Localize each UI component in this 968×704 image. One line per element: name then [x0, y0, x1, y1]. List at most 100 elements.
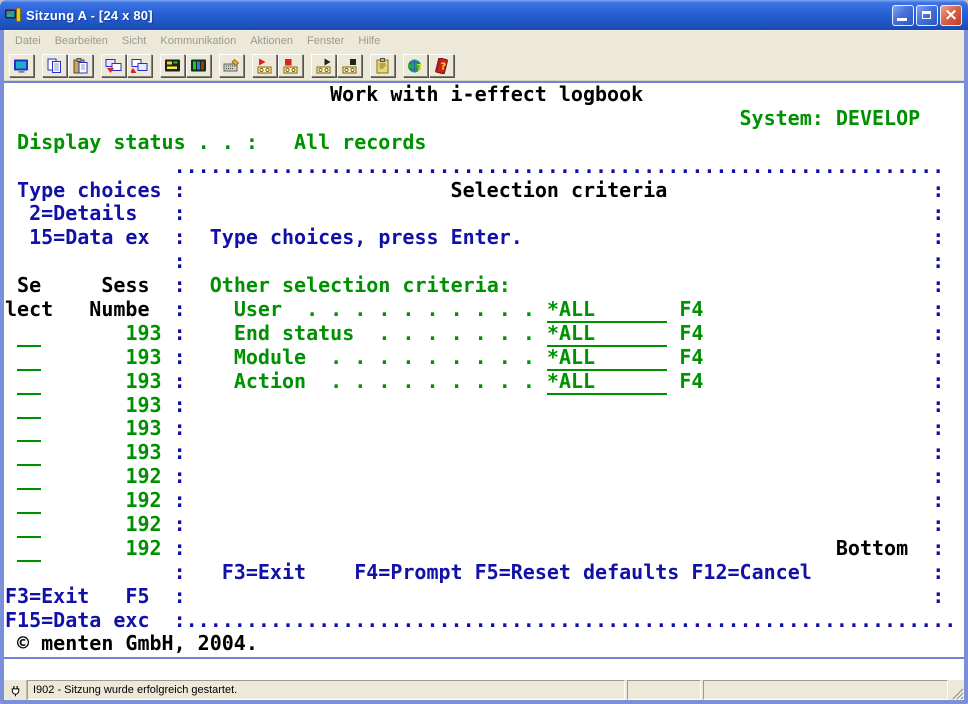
terminal-input-field[interactable]	[17, 369, 41, 395]
play-macro-icon	[315, 58, 332, 74]
terminal-input-field[interactable]: *ALL	[547, 369, 667, 395]
terminal-text: :	[174, 536, 186, 560]
terminal-input-field[interactable]	[17, 512, 41, 538]
terminal-text: :	[932, 464, 944, 488]
terminal-input-field[interactable]: *ALL	[547, 345, 667, 371]
toolbar-group: ??	[403, 54, 454, 77]
web-globe-icon: ?	[407, 58, 424, 74]
terminal-row: 193 : :	[5, 417, 964, 441]
terminal-text: 192	[125, 536, 161, 560]
svg-text:?: ?	[417, 63, 423, 74]
clipboard-button[interactable]	[370, 54, 395, 77]
close-button[interactable]: ×	[940, 5, 962, 26]
status-section-1	[627, 680, 701, 700]
menu-item-aktionen[interactable]: Aktionen	[243, 33, 300, 49]
terminal-input-field[interactable]: *ALL	[547, 321, 667, 347]
terminal-row: 15=Data ex : Type choices, press Enter. …	[5, 226, 964, 250]
terminal-input-field[interactable]	[17, 464, 41, 490]
play-macro-button[interactable]	[311, 54, 336, 77]
terminal-text: Se	[17, 273, 41, 297]
terminal-text: Other selection criteria:	[210, 273, 511, 297]
terminal-text: :	[932, 440, 944, 464]
terminal-text: :	[174, 416, 186, 440]
terminal-text: F3=Exit	[222, 560, 306, 584]
terminal-text: . . . . . . . . . .	[306, 297, 535, 321]
display-settings-button[interactable]	[160, 54, 185, 77]
keyboard-remap-button[interactable]	[219, 54, 244, 77]
menu-item-datei[interactable]: Datei	[8, 33, 48, 49]
terminal-text: ........................................…	[174, 154, 945, 178]
minimize-button[interactable]	[892, 5, 914, 26]
menu-item-hilfe[interactable]: Hilfe	[351, 33, 387, 49]
maximize-button[interactable]	[916, 5, 938, 26]
stop-record-button[interactable]	[278, 54, 303, 77]
terminal-input-field[interactable]	[17, 416, 41, 442]
web-globe-button[interactable]: ?	[403, 54, 428, 77]
terminal-text: User	[234, 297, 282, 321]
toolbar-group	[42, 54, 93, 77]
terminal-input-field[interactable]	[17, 345, 41, 371]
terminal-text: 15=Data ex	[29, 225, 149, 249]
send-file-button[interactable]	[101, 54, 126, 77]
session-display-icon	[13, 58, 30, 74]
terminal-text: . . . . . . .	[378, 321, 535, 345]
terminal-text: :	[932, 393, 944, 417]
terminal-text: DEVELOP	[836, 106, 920, 130]
help-book-button[interactable]: ?	[429, 54, 454, 77]
display-settings-icon	[164, 58, 181, 74]
terminal-text: F5	[125, 584, 149, 608]
paste-button[interactable]	[68, 54, 93, 77]
terminal-text: F3=Exit	[5, 584, 89, 608]
toolbar-group	[160, 54, 211, 77]
screen-colors-button[interactable]	[186, 54, 211, 77]
terminal-row: lect Numbe : User . . . . . . . . . . *A…	[5, 298, 964, 322]
terminal-text: :	[932, 273, 944, 297]
stop-macro-icon	[341, 58, 358, 74]
paste-icon	[72, 58, 89, 74]
record-macro-icon	[256, 58, 273, 74]
terminal-text: :	[174, 488, 186, 512]
terminal-input-field[interactable]: *ALL	[547, 297, 667, 323]
terminal-text: :	[174, 321, 186, 345]
terminal-row: : :	[5, 250, 964, 274]
terminal-row: 192 : :	[5, 489, 964, 513]
terminal-text: :	[174, 201, 186, 225]
terminal-input-field[interactable]	[17, 440, 41, 466]
terminal-text: System:	[740, 106, 824, 130]
terminal-text: F4	[679, 321, 703, 345]
window-title: Sitzung A - [24 x 80]	[26, 8, 892, 23]
terminal-input-field[interactable]	[17, 536, 41, 562]
terminal-text: :	[932, 584, 944, 608]
terminal-text: Type choices, press Enter.	[210, 225, 523, 249]
resize-grip-icon[interactable]	[948, 680, 964, 700]
terminal-text: ........................................…	[186, 608, 957, 632]
terminal-text: Action	[234, 369, 306, 393]
terminal-text: . . . . . . . . .	[330, 369, 535, 393]
terminal-text: :	[932, 201, 944, 225]
session-display-button[interactable]	[9, 54, 34, 77]
terminal-text: lect	[5, 297, 53, 321]
toolbar-group	[9, 54, 34, 77]
copy-button[interactable]	[42, 54, 67, 77]
terminal-input-field[interactable]	[17, 393, 41, 419]
record-macro-button[interactable]	[252, 54, 277, 77]
terminal-input-field[interactable]	[17, 321, 41, 347]
terminal-text: :	[174, 297, 186, 321]
terminal-row: 193 : :	[5, 441, 964, 465]
toolbar-group	[219, 54, 244, 77]
terminal-text: 193	[125, 416, 161, 440]
menu-item-fenster[interactable]: Fenster	[300, 33, 351, 49]
terminal-text: :	[932, 345, 944, 369]
terminal-row: System: DEVELOP	[5, 107, 964, 131]
menu-item-sicht[interactable]: Sicht	[115, 33, 153, 49]
terminal-text: :	[174, 178, 186, 202]
terminal-text: :	[932, 512, 944, 536]
stop-macro-button[interactable]	[337, 54, 362, 77]
terminal-input-field[interactable]	[17, 488, 41, 514]
terminal-text: :	[932, 416, 944, 440]
terminal-screen: Work with i-effect logbook System: DEVEL…	[4, 83, 964, 656]
menu-item-kommunikation[interactable]: Kommunikation	[153, 33, 243, 49]
menu-item-bearbeiten[interactable]: Bearbeiten	[48, 33, 115, 49]
receive-file-button[interactable]	[127, 54, 152, 77]
terminal-text: . . . . . . . . .	[330, 345, 535, 369]
